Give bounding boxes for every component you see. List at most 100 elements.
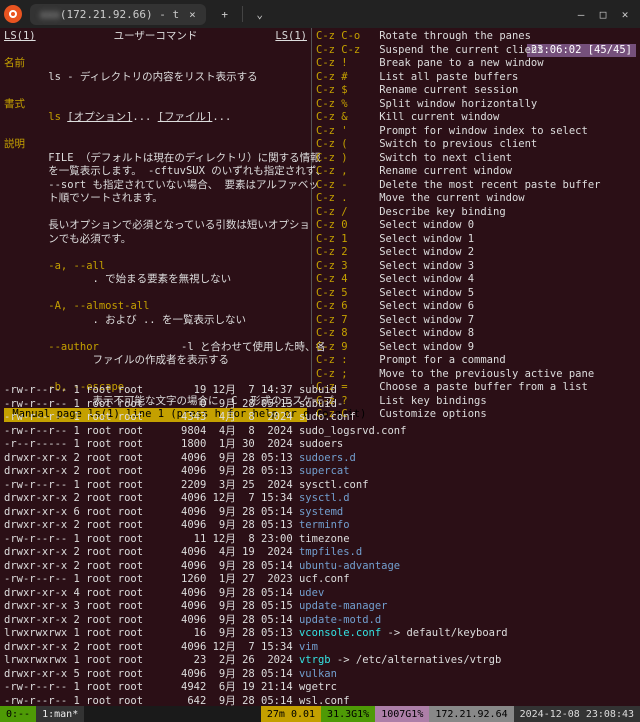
ls-filename: systemd (299, 506, 343, 518)
help-desc: Move the current window (379, 192, 524, 204)
ls-row: drwxr-xr-x 6 root root 4096 9月 28 05:14 … (4, 506, 636, 520)
help-row: C-z 9 Select window 9 (316, 341, 636, 355)
help-key: C-z 1 (316, 233, 379, 245)
tmux-window[interactable]: 1:man* (36, 706, 84, 722)
help-key: C-z / (316, 206, 379, 218)
help-row: C-z 5 Select window 5 (316, 287, 636, 301)
ls-filename: sysctl.d (299, 492, 350, 504)
help-desc: Select window 1 (379, 233, 474, 245)
help-row: C-z 2 Select window 2 (316, 246, 636, 260)
help-key: C-z : (316, 354, 379, 366)
help-row: C-z # List all paste buffers (316, 71, 636, 85)
maximize-button[interactable]: □ (592, 3, 614, 25)
help-key: C-z 2 (316, 246, 379, 258)
tmux-disk: 1007G1% (375, 706, 429, 722)
help-desc: Rotate through the panes (379, 30, 531, 42)
help-key: C-z 3 (316, 260, 379, 272)
ls-listing[interactable]: -rw-r--r-- 1 root root 19 12月 7 14:37 su… (0, 384, 640, 722)
ls-link-target: -> /etc/alternatives/vtrgb (331, 654, 502, 666)
new-tab-button[interactable]: + (214, 3, 236, 25)
tmux-left-pane[interactable]: LS(1) ユーザーコマンド LS(1) 名前 ls - ディレクトリの内容をリ… (0, 28, 312, 384)
tmux-session[interactable]: 0:-- (0, 706, 36, 722)
ls-filename: tmpfiles.d (299, 546, 362, 558)
close-button[interactable]: ✕ (614, 3, 636, 25)
help-key: C-z 7 (316, 314, 379, 326)
help-desc: Select window 9 (379, 341, 474, 353)
tab-close-icon[interactable]: × (189, 8, 196, 21)
window-titlebar: xxx (172.21.92.66) - t × + ⌄ — □ ✕ (0, 0, 640, 28)
ls-meta: -rw-r--r-- 1 root root 9804 4月 8 2024 (4, 425, 299, 437)
help-desc: Select window 8 (379, 327, 474, 339)
help-desc: Break pane to a new window (379, 57, 543, 69)
help-desc: Describe key binding (379, 206, 505, 218)
help-row: C-z ! Break pane to a new window (316, 57, 636, 71)
help-desc: Select window 0 (379, 219, 474, 231)
help-row: C-z ? List key bindings (316, 395, 636, 409)
manpage-header: LS(1) ユーザーコマンド LS(1) (4, 30, 307, 44)
help-desc: Select window 6 (379, 300, 474, 312)
help-desc: Kill current window (379, 111, 499, 123)
ls-meta: -rw-r--r-- 1 root root 0 9月 28 05:13 (4, 398, 299, 410)
help-desc: Select window 4 (379, 273, 474, 285)
man-name-line: ls - ディレクトリの内容をリスト表示する (4, 71, 307, 85)
help-row: C-z $ Rename current session (316, 84, 636, 98)
help-key: C-z C-z (316, 44, 379, 56)
ls-filename: subuid (299, 384, 337, 396)
ls-row: drwxr-xr-x 2 root root 4096 12月 7 15:34 … (4, 492, 636, 506)
ls-filename: sysctl.conf (299, 479, 369, 491)
tmux-status-bar: 0:-- 1:man* 27m 0.01 31.3G1% 1007G1% 172… (0, 706, 640, 722)
help-key: C-z 8 (316, 327, 379, 339)
man-desc-line: を一覧表示します。 -cftuvSUX のいずれも指定されず、 (4, 165, 307, 179)
help-desc: Select window 3 (379, 260, 474, 272)
help-row: C-z C-o Rotate through the panes23:06:02… (316, 30, 636, 44)
man-section-name: 名前 (4, 57, 307, 71)
help-desc: Customize options (379, 408, 486, 420)
ls-meta: -rw-r--r-- 1 root root 4942 6月 19 21:14 (4, 681, 299, 693)
ls-meta: drwxr-xr-x 2 root root 4096 4月 19 2024 (4, 546, 299, 558)
ls-row: drwxr-xr-x 2 root root 4096 9月 28 05:13 … (4, 465, 636, 479)
man-opt: -A, --almost-all (4, 300, 307, 314)
help-key: C-z . (316, 192, 379, 204)
ls-meta: drwxr-xr-x 5 root root 4096 9月 28 05:14 (4, 668, 299, 680)
ls-row: drwxr-xr-x 4 root root 4096 9月 28 05:14 … (4, 587, 636, 601)
help-desc: List key bindings (379, 395, 486, 407)
ls-row: drwxr-xr-x 2 root root 4096 4月 19 2024 t… (4, 546, 636, 560)
tmux-mem: 31.3G1% (321, 706, 375, 722)
ls-row: lrwxrwxrwx 1 root root 16 9月 28 05:13 vc… (4, 627, 636, 641)
ls-meta: drwxr-xr-x 2 root root 4096 12月 7 15:34 (4, 641, 299, 653)
tmux-right-pane[interactable]: C-z C-o Rotate through the panes23:06:02… (312, 28, 640, 384)
man-header-left: LS(1) (4, 30, 36, 44)
minimize-button[interactable]: — (570, 3, 592, 25)
ls-meta: drwxr-xr-x 2 root root 4096 9月 28 05:14 (4, 614, 299, 626)
help-key: C-z 9 (316, 341, 379, 353)
ls-meta: -rw-r--r-- 1 root root 1260 1月 27 2023 (4, 573, 299, 585)
terminal-area[interactable]: LS(1) ユーザーコマンド LS(1) 名前 ls - ディレクトリの内容をリ… (0, 28, 640, 722)
tab-dropdown-icon[interactable]: ⌄ (249, 3, 271, 25)
help-row: C-z % Split window horizontally (316, 98, 636, 112)
help-row: C-z ) Switch to next client (316, 152, 636, 166)
help-row: C-z 4 Select window 4 (316, 273, 636, 287)
man-desc-line: ンでも必須です。 (4, 233, 307, 247)
help-row: C-z 8 Select window 8 (316, 327, 636, 341)
help-desc: Rename current window (379, 165, 512, 177)
help-desc: List all paste buffers (379, 71, 518, 83)
help-key: C-z 5 (316, 287, 379, 299)
terminal-tab[interactable]: xxx (172.21.92.66) - t × (30, 4, 206, 25)
ls-filename: vconsole.conf (299, 627, 381, 639)
help-row: C-z ; Move to the previously active pane (316, 368, 636, 382)
ls-row: drwxr-xr-x 2 root root 4096 9月 28 05:13 … (4, 452, 636, 466)
ls-filename: update-motd.d (299, 614, 381, 626)
ls-filename: ucf.conf (299, 573, 350, 585)
ls-meta: drwxr-xr-x 2 root root 4096 9月 28 05:13 (4, 452, 299, 464)
man-section-synopsis: 書式 (4, 98, 307, 112)
help-row: C-z 1 Select window 1 (316, 233, 636, 247)
ls-row: -rw-r--r-- 1 root root 4942 6月 19 21:14 … (4, 681, 636, 695)
ls-row: -rw-r--r-- 1 root root 2209 3月 25 2024 s… (4, 479, 636, 493)
help-row: C-z ' Prompt for window index to select (316, 125, 636, 139)
help-row: C-z & Kill current window (316, 111, 636, 125)
ls-row: drwxr-xr-x 3 root root 4096 9月 28 05:15 … (4, 600, 636, 614)
tab-user-blurred: xxx (40, 8, 60, 21)
help-row: C-z 0 Select window 0 (316, 219, 636, 233)
help-key: C-z # (316, 71, 379, 83)
man-opt-desc: . で始まる要素を無視しない (4, 273, 307, 287)
